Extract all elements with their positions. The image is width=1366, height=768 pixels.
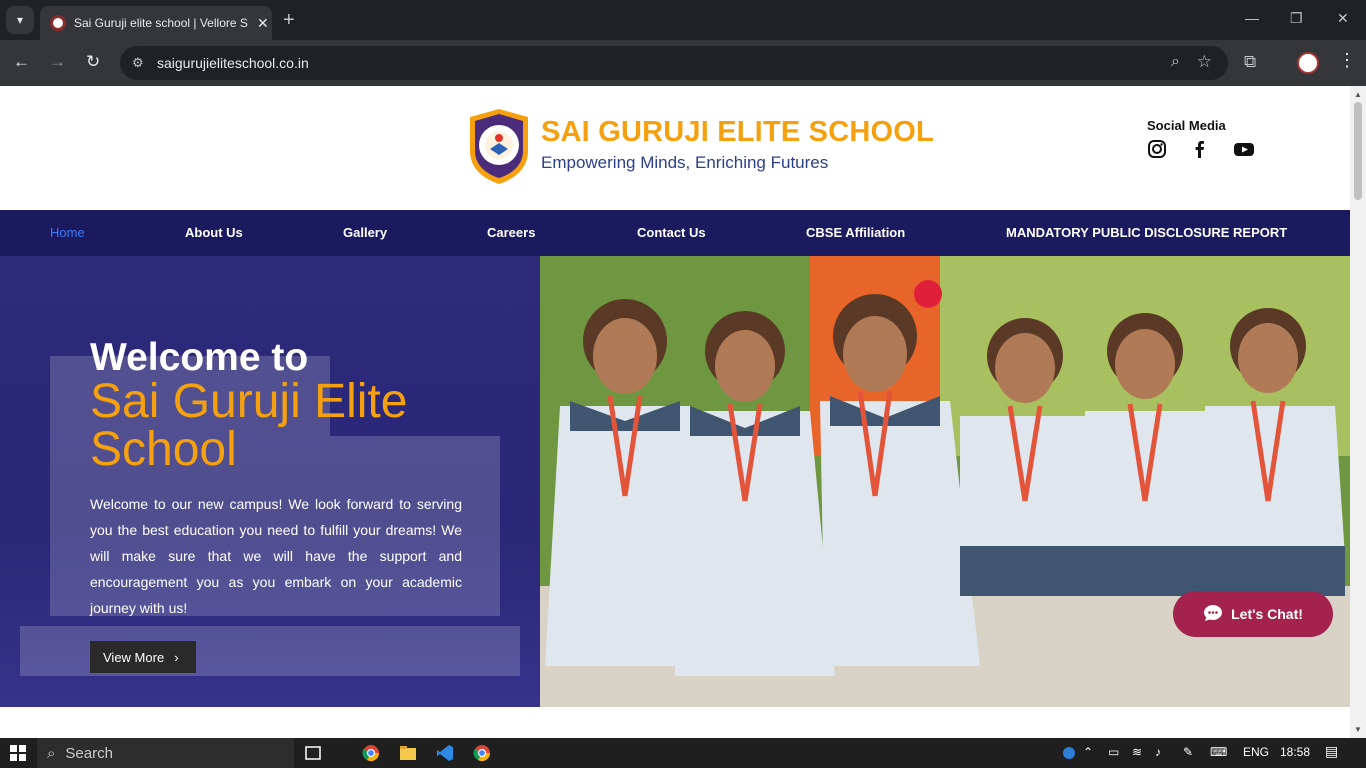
students-photo (540, 256, 1350, 707)
url-text: saigurujieliteschool.co.in (157, 55, 309, 71)
nav-about-us[interactable]: About Us (185, 225, 243, 240)
zoom-icon[interactable]: ⌕ (1171, 53, 1180, 71)
instagram-icon[interactable] (1147, 139, 1169, 159)
nav-mandatory-disclosure[interactable]: MANDATORY PUBLIC DISCLOSURE REPORT (1006, 225, 1287, 240)
browser-menu-icon[interactable]: ⋮ (1338, 50, 1356, 71)
bookmark-star-icon[interactable]: ☆ (1197, 52, 1212, 72)
new-tab-button[interactable]: + (283, 9, 295, 32)
facebook-icon[interactable] (1190, 139, 1212, 159)
chrome-icon[interactable] (361, 743, 381, 763)
school-tagline: Empowering Minds, Enriching Futures (541, 153, 829, 172)
keyboard-icon[interactable]: ⌨ (1210, 745, 1227, 759)
tray-chevron-up-icon[interactable]: ⌃ (1083, 745, 1093, 759)
tab-title: Sai Guruji elite school | Vellore S (74, 16, 248, 30)
chat-label: Let's Chat! (1231, 606, 1303, 622)
hero-section: Welcome to Sai Guruji Elite School Welco… (0, 256, 1350, 707)
youtube-icon[interactable] (1233, 139, 1255, 159)
scroll-down-arrow-icon[interactable]: ▼ (1354, 725, 1362, 734)
reload-button[interactable]: ↻ (86, 52, 100, 72)
site-favicon-icon (50, 15, 66, 31)
help-icon[interactable] (1063, 747, 1075, 759)
windows-start-icon[interactable] (10, 745, 26, 761)
taskbar-search-label: Search (65, 744, 113, 762)
clock[interactable]: 18:58 (1280, 745, 1310, 759)
forward-button[interactable]: → (49, 52, 66, 72)
social-icons (1147, 139, 1255, 159)
search-icon: ⌕ (47, 744, 56, 762)
taskbar-search[interactable]: ⌕ Search (37, 738, 294, 768)
school-name-heading: SAI GURUJI ELITE SCHOOL (541, 116, 934, 148)
hero-welcome-panel: Welcome to Sai Guruji Elite School Welco… (0, 256, 540, 707)
nav-cbse-affiliation[interactable]: CBSE Affiliation (806, 225, 905, 240)
lets-chat-button[interactable]: Let's Chat! (1173, 591, 1333, 637)
scroll-up-arrow-icon[interactable]: ▲ (1354, 90, 1362, 99)
address-bar[interactable]: ⚙ saigurujieliteschool.co.in ⌕ ☆ (120, 46, 1228, 80)
pen-icon[interactable]: ✎ (1183, 745, 1193, 759)
web-page: SAI GURUJI ELITE SCHOOL Empowering Minds… (0, 86, 1350, 738)
browser-toolbar: ← → ↻ ⚙ saigurujieliteschool.co.in ⌕ ☆ (0, 40, 1366, 86)
main-navigation: Home About Us Gallery Careers Contact Us… (0, 210, 1350, 256)
vscode-icon[interactable] (435, 743, 455, 763)
school-crest-logo (470, 109, 528, 184)
nav-gallery[interactable]: Gallery (343, 225, 387, 240)
file-explorer-icon[interactable] (398, 743, 418, 763)
tab-search-button[interactable]: ▾ (6, 6, 34, 34)
page-scrollbar[interactable]: ▲ ▼ (1350, 86, 1366, 738)
volume-icon[interactable]: ♪ (1155, 745, 1161, 759)
windows-taskbar: ⌕ Search ⌃ ▭ ≋ ♪ ✎ ⌨ ENG 18:58 ▤ (0, 738, 1366, 768)
chevron-right-icon: › (174, 649, 179, 665)
nav-contact-us[interactable]: Contact Us (637, 225, 706, 240)
view-more-button[interactable]: View More › (90, 641, 196, 673)
notifications-icon[interactable]: ▤ (1325, 743, 1338, 760)
nav-home[interactable]: Home (50, 225, 85, 240)
scrollbar-thumb[interactable] (1354, 102, 1362, 200)
close-tab-icon[interactable]: ✕ (257, 15, 269, 32)
browser-tab[interactable]: Sai Guruji elite school | Vellore S ✕ (40, 6, 272, 40)
view-more-label: View More (103, 649, 165, 665)
minimize-button[interactable]: — (1245, 10, 1259, 26)
battery-icon[interactable]: ▭ (1108, 745, 1119, 759)
chat-bubble-icon (1203, 604, 1223, 625)
wifi-icon[interactable]: ≋ (1132, 745, 1142, 759)
extensions-icon[interactable]: ⧉ (1244, 52, 1256, 72)
task-view-icon[interactable] (303, 743, 323, 763)
school-name-hero: Sai Guruji Elite School (90, 375, 408, 476)
welcome-heading: Welcome to (90, 336, 309, 379)
site-info-icon[interactable]: ⚙ (132, 55, 144, 71)
chrome-profile-icon[interactable] (472, 743, 492, 763)
maximize-button[interactable]: ❐ (1290, 10, 1303, 27)
language-indicator[interactable]: ENG (1243, 745, 1269, 759)
browser-tab-bar: ▾ Sai Guruji elite school | Vellore S ✕ … (0, 0, 1366, 40)
welcome-paragraph: Welcome to our new campus! We look forwa… (90, 496, 462, 616)
back-button[interactable]: ← (13, 52, 30, 72)
social-media-title: Social Media (1147, 118, 1226, 133)
close-window-button[interactable]: ✕ (1337, 10, 1349, 27)
profile-avatar[interactable] (1297, 52, 1319, 74)
nav-careers[interactable]: Careers (487, 225, 535, 240)
